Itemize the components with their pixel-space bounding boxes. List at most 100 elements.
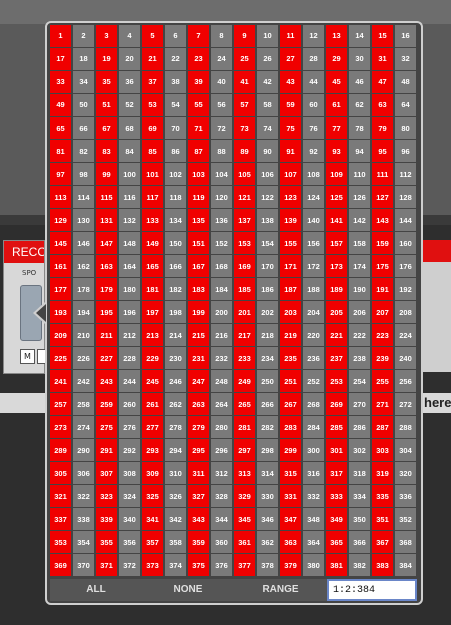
- channel-cell-263[interactable]: 263: [188, 393, 209, 416]
- channel-cell-135[interactable]: 135: [188, 209, 209, 232]
- channel-cell-153[interactable]: 153: [234, 232, 255, 255]
- channel-cell-14[interactable]: 14: [349, 25, 370, 47]
- channel-cell-161[interactable]: 161: [50, 255, 71, 278]
- channel-cell-216[interactable]: 216: [211, 324, 232, 347]
- channel-cell-251[interactable]: 251: [280, 370, 301, 393]
- channel-cell-93[interactable]: 93: [326, 140, 347, 162]
- channel-cell-36[interactable]: 36: [119, 71, 140, 93]
- channel-cell-293[interactable]: 293: [142, 439, 163, 462]
- channel-cell-132[interactable]: 132: [119, 209, 140, 232]
- channel-cell-313[interactable]: 313: [234, 462, 255, 485]
- channel-cell-125[interactable]: 125: [326, 186, 347, 208]
- channel-cell-366[interactable]: 366: [349, 531, 370, 554]
- channel-cell-356[interactable]: 356: [119, 531, 140, 554]
- channel-cell-291[interactable]: 291: [96, 439, 117, 462]
- channel-cell-167[interactable]: 167: [188, 255, 209, 278]
- channel-cell-64[interactable]: 64: [395, 94, 416, 116]
- channel-cell-111[interactable]: 111: [372, 163, 393, 185]
- channel-cell-55[interactable]: 55: [188, 94, 209, 116]
- channel-cell-380[interactable]: 380: [303, 554, 324, 577]
- channel-cell-246[interactable]: 246: [165, 370, 186, 393]
- channel-cell-85[interactable]: 85: [142, 140, 163, 162]
- channel-cell-9[interactable]: 9: [234, 25, 255, 47]
- channel-cell-214[interactable]: 214: [165, 324, 186, 347]
- channel-cell-231[interactable]: 231: [188, 347, 209, 370]
- channel-cell-89[interactable]: 89: [234, 140, 255, 162]
- channel-cell-376[interactable]: 376: [211, 554, 232, 577]
- channel-cell-90[interactable]: 90: [257, 140, 278, 162]
- channel-cell-68[interactable]: 68: [119, 117, 140, 139]
- channel-cell-17[interactable]: 17: [50, 48, 71, 70]
- channel-cell-318[interactable]: 318: [349, 462, 370, 485]
- channel-cell-2[interactable]: 2: [73, 25, 94, 47]
- channel-cell-100[interactable]: 100: [119, 163, 140, 185]
- channel-cell-189[interactable]: 189: [326, 278, 347, 301]
- channel-cell-139[interactable]: 139: [280, 209, 301, 232]
- channel-cell-273[interactable]: 273: [50, 416, 71, 439]
- channel-cell-307[interactable]: 307: [96, 462, 117, 485]
- channel-cell-188[interactable]: 188: [303, 278, 324, 301]
- channel-cell-354[interactable]: 354: [73, 531, 94, 554]
- channel-cell-264[interactable]: 264: [211, 393, 232, 416]
- channel-cell-301[interactable]: 301: [326, 439, 347, 462]
- mute-button[interactable]: M: [20, 349, 35, 364]
- channel-cell-106[interactable]: 106: [257, 163, 278, 185]
- channel-cell-300[interactable]: 300: [303, 439, 324, 462]
- channel-cell-107[interactable]: 107: [280, 163, 301, 185]
- channel-cell-377[interactable]: 377: [234, 554, 255, 577]
- channel-cell-259[interactable]: 259: [96, 393, 117, 416]
- channel-cell-341[interactable]: 341: [142, 508, 163, 531]
- channel-cell-213[interactable]: 213: [142, 324, 163, 347]
- channel-cell-314[interactable]: 314: [257, 462, 278, 485]
- channel-cell-34[interactable]: 34: [73, 71, 94, 93]
- channel-cell-120[interactable]: 120: [211, 186, 232, 208]
- channel-cell-286[interactable]: 286: [349, 416, 370, 439]
- channel-cell-197[interactable]: 197: [142, 301, 163, 324]
- channel-cell-302[interactable]: 302: [349, 439, 370, 462]
- channel-cell-96[interactable]: 96: [395, 140, 416, 162]
- channel-cell-174[interactable]: 174: [349, 255, 370, 278]
- channel-cell-163[interactable]: 163: [96, 255, 117, 278]
- channel-cell-151[interactable]: 151: [188, 232, 209, 255]
- channel-cell-57[interactable]: 57: [234, 94, 255, 116]
- channel-cell-20[interactable]: 20: [119, 48, 140, 70]
- channel-cell-30[interactable]: 30: [349, 48, 370, 70]
- channel-cell-11[interactable]: 11: [280, 25, 301, 47]
- channel-cell-368[interactable]: 368: [395, 531, 416, 554]
- channel-cell-321[interactable]: 321: [50, 485, 71, 508]
- select-none-button[interactable]: NONE: [142, 579, 234, 601]
- channel-cell-196[interactable]: 196: [119, 301, 140, 324]
- channel-cell-88[interactable]: 88: [211, 140, 232, 162]
- channel-cell-113[interactable]: 113: [50, 186, 71, 208]
- channel-cell-70[interactable]: 70: [165, 117, 186, 139]
- channel-cell-116[interactable]: 116: [119, 186, 140, 208]
- channel-cell-230[interactable]: 230: [165, 347, 186, 370]
- channel-cell-207[interactable]: 207: [372, 301, 393, 324]
- channel-cell-41[interactable]: 41: [234, 71, 255, 93]
- channel-cell-8[interactable]: 8: [211, 25, 232, 47]
- channel-cell-66[interactable]: 66: [73, 117, 94, 139]
- channel-cell-92[interactable]: 92: [303, 140, 324, 162]
- channel-cell-122[interactable]: 122: [257, 186, 278, 208]
- channel-cell-170[interactable]: 170: [257, 255, 278, 278]
- channel-cell-97[interactable]: 97: [50, 163, 71, 185]
- channel-cell-67[interactable]: 67: [96, 117, 117, 139]
- channel-cell-168[interactable]: 168: [211, 255, 232, 278]
- channel-cell-75[interactable]: 75: [280, 117, 301, 139]
- channel-cell-215[interactable]: 215: [188, 324, 209, 347]
- channel-cell-87[interactable]: 87: [188, 140, 209, 162]
- channel-cell-329[interactable]: 329: [234, 485, 255, 508]
- channel-cell-344[interactable]: 344: [211, 508, 232, 531]
- channel-cell-315[interactable]: 315: [280, 462, 301, 485]
- channel-cell-305[interactable]: 305: [50, 462, 71, 485]
- channel-cell-269[interactable]: 269: [326, 393, 347, 416]
- channel-cell-298[interactable]: 298: [257, 439, 278, 462]
- channel-cell-72[interactable]: 72: [211, 117, 232, 139]
- channel-cell-31[interactable]: 31: [372, 48, 393, 70]
- channel-cell-171[interactable]: 171: [280, 255, 301, 278]
- range-input[interactable]: [327, 579, 417, 601]
- channel-cell-80[interactable]: 80: [395, 117, 416, 139]
- channel-cell-331[interactable]: 331: [280, 485, 301, 508]
- channel-cell-104[interactable]: 104: [211, 163, 232, 185]
- channel-cell-256[interactable]: 256: [395, 370, 416, 393]
